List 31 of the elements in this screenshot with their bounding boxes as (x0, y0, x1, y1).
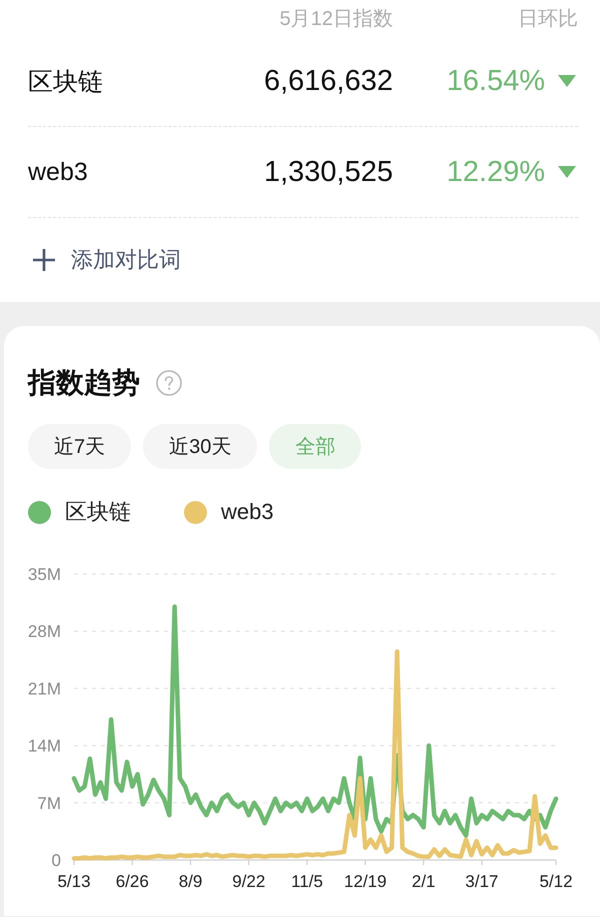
y-axis-label: 7M (37, 794, 61, 813)
index-value: 1,330,525 (264, 156, 393, 188)
index-value: 6,616,632 (264, 64, 393, 98)
x-axis-label: 9/22 (232, 872, 266, 891)
plus-icon (32, 248, 56, 272)
x-axis-label: 8/9 (178, 872, 202, 891)
x-axis-label: 6/26 (116, 872, 149, 891)
x-axis-label: 12/19 (344, 872, 387, 891)
keyword-name: 区块链 (28, 66, 104, 98)
x-axis-label: 2/1 (412, 872, 436, 891)
y-axis-label: 14M (28, 736, 61, 756)
y-axis-label: 35M (28, 565, 61, 584)
y-axis-label: 28M (28, 622, 61, 642)
help-icon[interactable] (156, 370, 182, 396)
legend-label: 区块链 (65, 498, 131, 526)
y-axis-label: 0 (52, 851, 61, 870)
column-header: 日环比 (518, 6, 578, 32)
x-axis-label: 5/12 (539, 872, 573, 891)
x-axis-label: 11/5 (291, 872, 323, 891)
keyword-name: web3 (28, 158, 89, 186)
change-percent: 16.54% (446, 64, 545, 98)
x-axis-label: 3/17 (465, 872, 498, 891)
range-tab[interactable]: 近30天 (143, 424, 258, 469)
x-axis-label: 5/13 (57, 872, 91, 891)
section-title: 指数趋势 (28, 366, 140, 400)
add-compare-button[interactable]: 添加对比词 (28, 245, 181, 275)
column-header: 5月12日指数 (280, 6, 393, 32)
change-percent: 12.29% (446, 156, 545, 188)
legend-label: web3 (221, 499, 274, 525)
range-tab[interactable]: 近7天 (28, 424, 132, 469)
y-axis-label: 21M (28, 679, 61, 698)
